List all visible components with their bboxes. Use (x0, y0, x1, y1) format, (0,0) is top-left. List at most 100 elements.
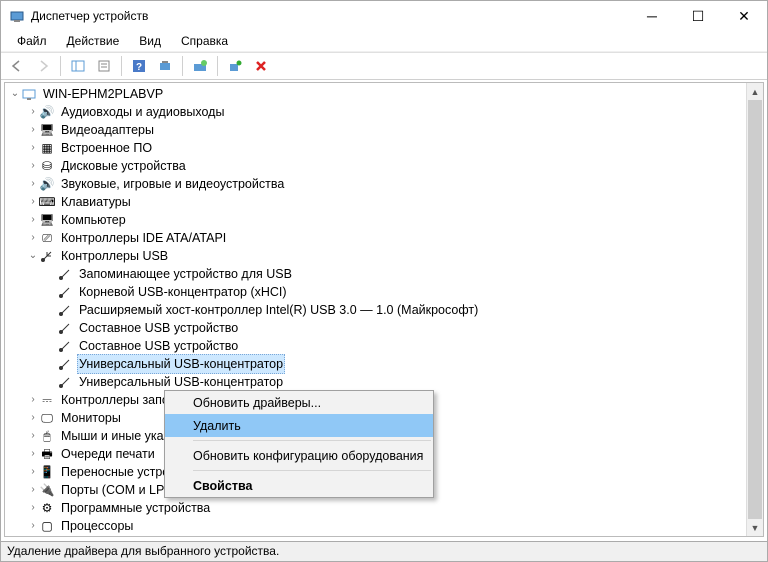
sound-icon: 🔊 (39, 176, 55, 192)
tree-category[interactable]: ›🖥Видеоадаптеры (5, 121, 763, 139)
help-button[interactable]: ? (127, 55, 151, 77)
tree-category[interactable]: ›🔊Звуковые, игровые и видеоустройства (5, 175, 763, 193)
scan-button[interactable] (153, 55, 177, 77)
show-hide-tree-button[interactable] (66, 55, 90, 77)
toolbar-separator (182, 56, 183, 76)
usb-device-icon (57, 284, 73, 300)
tree-category[interactable]: ›▢Процессоры (5, 517, 763, 535)
ctx-properties[interactable]: Свойства (165, 474, 433, 497)
vertical-scrollbar[interactable]: ▲ ▼ (746, 83, 763, 536)
root-label: WIN-EPHM2PLABVP (41, 85, 165, 103)
expand-icon[interactable]: › (27, 409, 39, 427)
tree-item-selected[interactable]: Универсальный USB-концентратор (5, 355, 763, 373)
keyboard-icon: ⌨ (39, 194, 55, 210)
monitor-icon: 🖵 (39, 410, 55, 426)
tree-item[interactable]: Составное USB устройство (5, 337, 763, 355)
tree-category[interactable]: ›🖧Сетевые адаптеры (5, 535, 763, 536)
app-icon (9, 8, 25, 24)
printer-icon: 🖶 (39, 446, 55, 462)
audio-icon: 🔊 (39, 104, 55, 120)
menu-action[interactable]: Действие (57, 32, 130, 50)
tree-category[interactable]: ›⚙Программные устройства (5, 499, 763, 517)
usb-device-icon (57, 302, 73, 318)
properties-button[interactable] (92, 55, 116, 77)
computer-icon: 🖥 (39, 212, 55, 228)
menu-bar: Файл Действие Вид Справка (1, 31, 767, 52)
firmware-icon: ▦ (39, 140, 55, 156)
disk-icon: ⛁ (39, 158, 55, 174)
expand-icon[interactable]: › (27, 535, 39, 536)
toolbar: ? (1, 52, 767, 80)
toolbar-separator (121, 56, 122, 76)
maximize-button[interactable]: ☐ (675, 1, 721, 31)
scroll-up-button[interactable]: ▲ (747, 83, 763, 100)
expand-icon[interactable]: › (27, 229, 39, 247)
tree-category-usb[interactable]: ⌄Контроллеры USB (5, 247, 763, 265)
forward-button[interactable] (31, 55, 55, 77)
ctx-delete[interactable]: Удалить (165, 414, 433, 437)
minimize-button[interactable]: ─ (629, 1, 675, 31)
menu-help[interactable]: Справка (171, 32, 238, 50)
expand-icon[interactable]: › (27, 391, 39, 409)
usb-icon (39, 248, 55, 264)
context-menu: Обновить драйверы... Удалить Обновить ко… (164, 390, 434, 498)
tree-item[interactable]: Составное USB устройство (5, 319, 763, 337)
expand-icon[interactable]: › (27, 517, 39, 535)
tree-category[interactable]: ›⎚Контроллеры IDE ATA/ATAPI (5, 229, 763, 247)
tree-category[interactable]: ›▦Встроенное ПО (5, 139, 763, 157)
tree-category[interactable]: ›🖥Компьютер (5, 211, 763, 229)
tree-category[interactable]: ›🔊Аудиовходы и аудиовыходы (5, 103, 763, 121)
update-driver-button[interactable] (188, 55, 212, 77)
tree-item[interactable]: Корневой USB-концентратор (xHCI) (5, 283, 763, 301)
expand-icon[interactable]: › (27, 103, 39, 121)
usb-device-icon (57, 338, 73, 354)
delete-button[interactable] (249, 55, 273, 77)
ctx-separator (193, 440, 431, 441)
scroll-thumb[interactable] (748, 100, 762, 537)
expand-icon[interactable]: › (27, 445, 39, 463)
expand-icon[interactable]: › (27, 139, 39, 157)
collapse-icon[interactable]: ⌄ (9, 85, 21, 103)
portable-icon: 📱 (39, 464, 55, 480)
ctx-scan-hardware[interactable]: Обновить конфигурацию оборудования (165, 444, 433, 467)
toolbar-separator (217, 56, 218, 76)
expand-icon[interactable]: › (27, 499, 39, 517)
usb-device-icon (57, 356, 73, 372)
expand-icon[interactable]: › (27, 211, 39, 229)
expand-icon[interactable]: › (27, 427, 39, 445)
usb-device-icon (57, 266, 73, 282)
scroll-down-button[interactable]: ▼ (747, 519, 763, 536)
software-icon: ⚙ (39, 500, 55, 516)
cpu-icon: ▢ (39, 518, 55, 534)
close-button[interactable]: ✕ (721, 1, 767, 31)
menu-view[interactable]: Вид (129, 32, 171, 50)
tree-item[interactable]: Расширяемый хост-контроллер Intel(R) USB… (5, 301, 763, 319)
usb-device-icon (57, 374, 73, 390)
title-bar: Диспетчер устройств ─ ☐ ✕ (1, 1, 767, 31)
mouse-icon: 🖱 (39, 428, 55, 444)
uninstall-button[interactable] (223, 55, 247, 77)
tree-root[interactable]: ⌄ WIN-EPHM2PLABVP (5, 85, 763, 103)
ctx-separator (193, 470, 431, 471)
tree-item[interactable]: Запоминающее устройство для USB (5, 265, 763, 283)
expand-icon[interactable]: › (27, 157, 39, 175)
tree-category[interactable]: ›⛁Дисковые устройства (5, 157, 763, 175)
status-bar: Удаление драйвера для выбранного устройс… (1, 541, 767, 561)
expand-icon[interactable]: › (27, 175, 39, 193)
tree-item[interactable]: Универсальный USB-концентратор (5, 373, 763, 391)
expand-icon[interactable]: › (27, 193, 39, 211)
tree-category[interactable]: ›⌨Клавиатуры (5, 193, 763, 211)
status-text: Удаление драйвера для выбранного устройс… (7, 544, 279, 558)
collapse-icon[interactable]: ⌄ (27, 247, 39, 265)
menu-file[interactable]: Файл (7, 32, 57, 50)
expand-icon[interactable]: › (27, 463, 39, 481)
expand-icon[interactable]: › (27, 481, 39, 499)
usb-device-icon (57, 320, 73, 336)
window-title: Диспетчер устройств (31, 9, 629, 23)
back-button[interactable] (5, 55, 29, 77)
ide-icon: ⎚ (39, 230, 55, 246)
ctx-update-drivers[interactable]: Обновить драйверы... (165, 391, 433, 414)
expand-icon[interactable]: › (27, 121, 39, 139)
toolbar-separator (60, 56, 61, 76)
svg-text:?: ? (136, 62, 142, 73)
